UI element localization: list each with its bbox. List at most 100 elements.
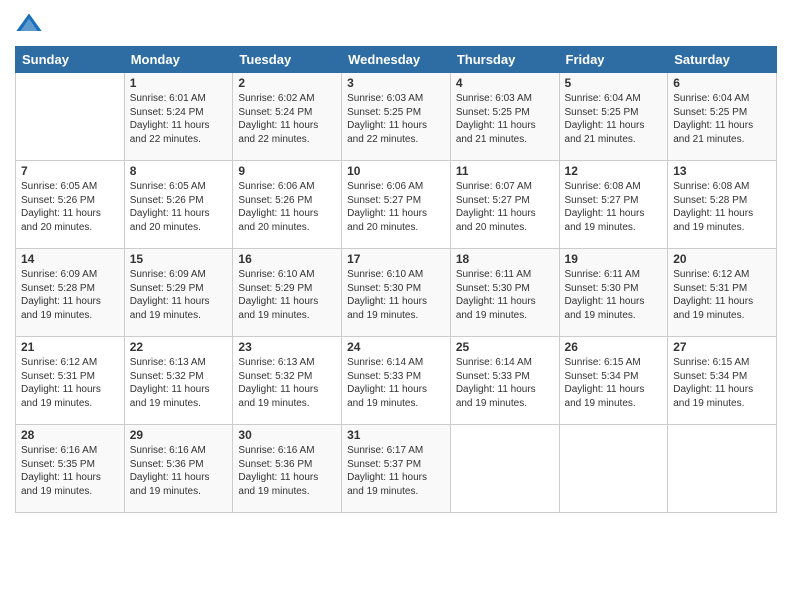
calendar-cell: 24 Sunrise: 6:14 AM Sunset: 5:33 PM Dayli… [342, 337, 451, 425]
cell-info: Sunrise: 6:04 AM Sunset: 5:25 PM Dayligh… [565, 92, 663, 146]
day-number: 23 [238, 340, 336, 354]
calendar-cell: 31 Sunrise: 6:17 AM Sunset: 5:37 PM Dayli… [342, 425, 451, 513]
calendar-week-row: 1 Sunrise: 6:01 AM Sunset: 5:24 PM Daylig… [16, 73, 777, 161]
calendar-cell: 11Sunrise: 6:07 AM Sunset: 5:27 PM Dayli… [450, 161, 559, 249]
day-number: 25 [456, 340, 554, 354]
calendar-cell: 25 Sunrise: 6:14 AM Sunset: 5:33 PM Dayli… [450, 337, 559, 425]
calendar-cell: 28 Sunrise: 6:16 AM Sunset: 5:35 PM Dayli… [16, 425, 125, 513]
logo-icon [15, 10, 43, 38]
cell-info: Sunrise: 6:16 AM Sunset: 5:36 PM Dayligh… [130, 444, 228, 498]
day-number: 8 [130, 164, 228, 178]
day-number: 12 [565, 164, 663, 178]
cell-info: Sunrise: 6:14 AM Sunset: 5:33 PM Dayligh… [347, 356, 445, 410]
calendar-cell: 16 Sunrise: 6:10 AM Sunset: 5:29 PM Dayli… [233, 249, 342, 337]
page-header [15, 10, 777, 38]
day-number: 7 [21, 164, 119, 178]
page-container: SundayMondayTuesdayWednesdayThursdayFrid… [0, 0, 792, 523]
calendar-header-row: SundayMondayTuesdayWednesdayThursdayFrid… [16, 47, 777, 73]
logo [15, 10, 45, 38]
calendar-cell: 12 Sunrise: 6:08 AM Sunset: 5:27 PM Dayli… [559, 161, 668, 249]
calendar-cell [668, 425, 777, 513]
calendar-cell [16, 73, 125, 161]
cell-info: Sunrise: 6:10 AM Sunset: 5:30 PM Dayligh… [347, 268, 445, 322]
day-number: 29 [130, 428, 228, 442]
cell-info: Sunrise: 6:09 AM Sunset: 5:28 PM Dayligh… [21, 268, 119, 322]
calendar-cell: 7 Sunrise: 6:05 AM Sunset: 5:26 PM Daylig… [16, 161, 125, 249]
calendar-cell: 22 Sunrise: 6:13 AM Sunset: 5:32 PM Dayli… [124, 337, 233, 425]
calendar-cell: 21 Sunrise: 6:12 AM Sunset: 5:31 PM Dayli… [16, 337, 125, 425]
day-number: 18 [456, 252, 554, 266]
day-number: 24 [347, 340, 445, 354]
day-number: 19 [565, 252, 663, 266]
day-number: 31 [347, 428, 445, 442]
calendar-cell: 2 Sunrise: 6:02 AM Sunset: 5:24 PM Daylig… [233, 73, 342, 161]
calendar-day-header: Sunday [16, 47, 125, 73]
cell-info: Sunrise: 6:06 AM Sunset: 5:27 PM Dayligh… [347, 180, 445, 234]
calendar-cell: 27 Sunrise: 6:15 AM Sunset: 5:34 PM Dayli… [668, 337, 777, 425]
calendar-cell: 30 Sunrise: 6:16 AM Sunset: 5:36 PM Dayli… [233, 425, 342, 513]
day-number: 17 [347, 252, 445, 266]
calendar-week-row: 14Sunrise: 6:09 AM Sunset: 5:28 PM Dayli… [16, 249, 777, 337]
cell-info: Sunrise: 6:09 AM Sunset: 5:29 PM Dayligh… [130, 268, 228, 322]
calendar-cell: 29 Sunrise: 6:16 AM Sunset: 5:36 PM Dayli… [124, 425, 233, 513]
cell-info: Sunrise: 6:16 AM Sunset: 5:36 PM Dayligh… [238, 444, 336, 498]
calendar-week-row: 21 Sunrise: 6:12 AM Sunset: 5:31 PM Dayli… [16, 337, 777, 425]
calendar-cell: 5Sunrise: 6:04 AM Sunset: 5:25 PM Daylig… [559, 73, 668, 161]
calendar-cell: 19 Sunrise: 6:11 AM Sunset: 5:30 PM Dayli… [559, 249, 668, 337]
cell-info: Sunrise: 6:13 AM Sunset: 5:32 PM Dayligh… [130, 356, 228, 410]
cell-info: Sunrise: 6:05 AM Sunset: 5:26 PM Dayligh… [130, 180, 228, 234]
calendar-day-header: Saturday [668, 47, 777, 73]
calendar-day-header: Wednesday [342, 47, 451, 73]
calendar-day-header: Tuesday [233, 47, 342, 73]
calendar-cell: 26Sunrise: 6:15 AM Sunset: 5:34 PM Dayli… [559, 337, 668, 425]
day-number: 4 [456, 76, 554, 90]
calendar-cell: 15 Sunrise: 6:09 AM Sunset: 5:29 PM Dayli… [124, 249, 233, 337]
calendar-cell: 1 Sunrise: 6:01 AM Sunset: 5:24 PM Daylig… [124, 73, 233, 161]
day-number: 13 [673, 164, 771, 178]
cell-info: Sunrise: 6:10 AM Sunset: 5:29 PM Dayligh… [238, 268, 336, 322]
day-number: 20 [673, 252, 771, 266]
calendar-cell: 8 Sunrise: 6:05 AM Sunset: 5:26 PM Daylig… [124, 161, 233, 249]
cell-info: Sunrise: 6:02 AM Sunset: 5:24 PM Dayligh… [238, 92, 336, 146]
day-number: 6 [673, 76, 771, 90]
cell-info: Sunrise: 6:01 AM Sunset: 5:24 PM Dayligh… [130, 92, 228, 146]
calendar-week-row: 7 Sunrise: 6:05 AM Sunset: 5:26 PM Daylig… [16, 161, 777, 249]
calendar-day-header: Friday [559, 47, 668, 73]
cell-info: Sunrise: 6:08 AM Sunset: 5:28 PM Dayligh… [673, 180, 771, 234]
cell-info: Sunrise: 6:16 AM Sunset: 5:35 PM Dayligh… [21, 444, 119, 498]
cell-info: Sunrise: 6:14 AM Sunset: 5:33 PM Dayligh… [456, 356, 554, 410]
calendar-cell: 17 Sunrise: 6:10 AM Sunset: 5:30 PM Dayli… [342, 249, 451, 337]
cell-info: Sunrise: 6:03 AM Sunset: 5:25 PM Dayligh… [456, 92, 554, 146]
day-number: 2 [238, 76, 336, 90]
calendar-cell: 10 Sunrise: 6:06 AM Sunset: 5:27 PM Dayli… [342, 161, 451, 249]
cell-info: Sunrise: 6:08 AM Sunset: 5:27 PM Dayligh… [565, 180, 663, 234]
calendar-table: SundayMondayTuesdayWednesdayThursdayFrid… [15, 46, 777, 513]
day-number: 26 [565, 340, 663, 354]
cell-info: Sunrise: 6:11 AM Sunset: 5:30 PM Dayligh… [565, 268, 663, 322]
cell-info: Sunrise: 6:15 AM Sunset: 5:34 PM Dayligh… [673, 356, 771, 410]
day-number: 10 [347, 164, 445, 178]
day-number: 9 [238, 164, 336, 178]
day-number: 15 [130, 252, 228, 266]
cell-info: Sunrise: 6:04 AM Sunset: 5:25 PM Dayligh… [673, 92, 771, 146]
cell-info: Sunrise: 6:03 AM Sunset: 5:25 PM Dayligh… [347, 92, 445, 146]
cell-info: Sunrise: 6:13 AM Sunset: 5:32 PM Dayligh… [238, 356, 336, 410]
day-number: 3 [347, 76, 445, 90]
day-number: 1 [130, 76, 228, 90]
cell-info: Sunrise: 6:17 AM Sunset: 5:37 PM Dayligh… [347, 444, 445, 498]
cell-info: Sunrise: 6:12 AM Sunset: 5:31 PM Dayligh… [21, 356, 119, 410]
day-number: 27 [673, 340, 771, 354]
day-number: 22 [130, 340, 228, 354]
cell-info: Sunrise: 6:07 AM Sunset: 5:27 PM Dayligh… [456, 180, 554, 234]
calendar-cell: 14Sunrise: 6:09 AM Sunset: 5:28 PM Dayli… [16, 249, 125, 337]
day-number: 30 [238, 428, 336, 442]
calendar-cell: 4 Sunrise: 6:03 AM Sunset: 5:25 PM Daylig… [450, 73, 559, 161]
calendar-cell: 3 Sunrise: 6:03 AM Sunset: 5:25 PM Daylig… [342, 73, 451, 161]
day-number: 16 [238, 252, 336, 266]
day-number: 21 [21, 340, 119, 354]
calendar-day-header: Thursday [450, 47, 559, 73]
cell-info: Sunrise: 6:05 AM Sunset: 5:26 PM Dayligh… [21, 180, 119, 234]
calendar-cell: 23 Sunrise: 6:13 AM Sunset: 5:32 PM Dayli… [233, 337, 342, 425]
cell-info: Sunrise: 6:11 AM Sunset: 5:30 PM Dayligh… [456, 268, 554, 322]
day-number: 28 [21, 428, 119, 442]
